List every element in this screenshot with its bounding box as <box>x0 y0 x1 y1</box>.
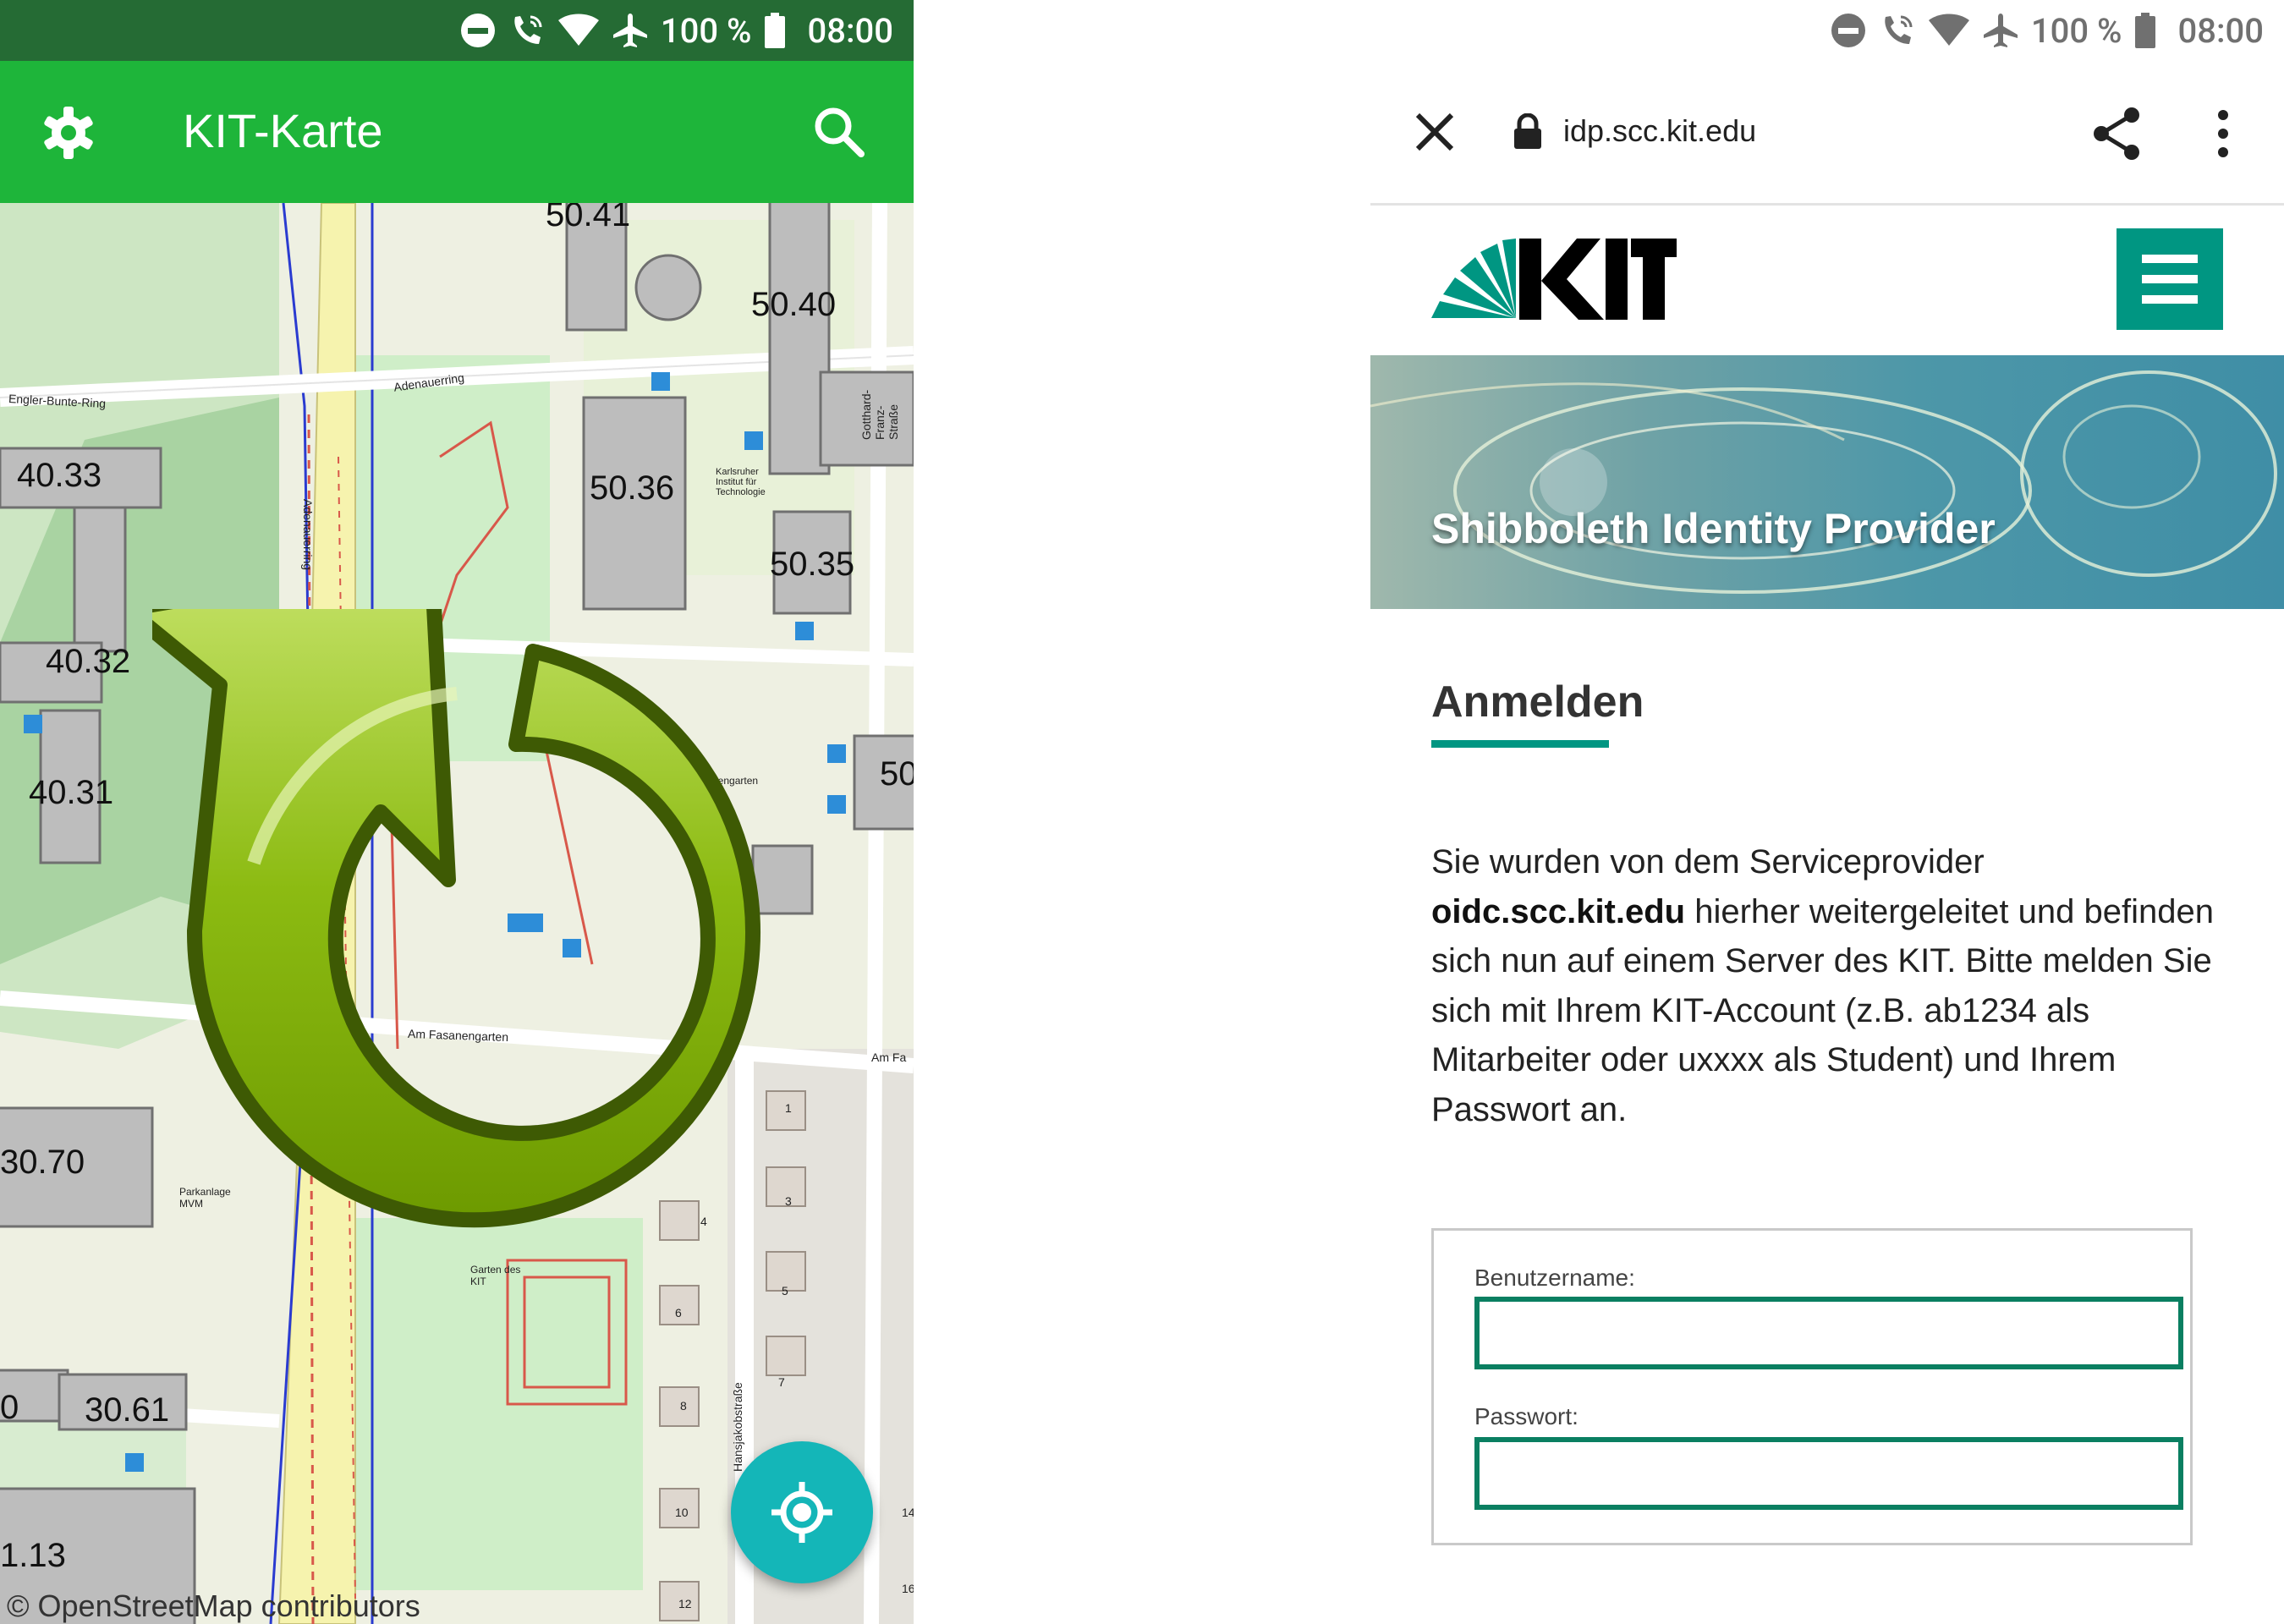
airplane-mode-icon <box>612 14 647 47</box>
wifi-calling-icon <box>514 15 542 44</box>
service-provider-name: oidc.scc.kit.edu <box>1431 892 1686 930</box>
browser-toolbar: idp.scc.kit.edu <box>1370 61 2284 206</box>
battery-icon <box>764 13 785 48</box>
kit-logo[interactable] <box>1431 233 1677 326</box>
building-label: 0 <box>0 1389 19 1426</box>
share-icon[interactable] <box>2091 107 2142 161</box>
street-label: Am Fa <box>871 1051 907 1064</box>
battery-percent: 100 % <box>660 10 752 51</box>
status-bar: 100 % 08:00 <box>0 0 914 61</box>
street-label: Gotthard-Franz-Straße <box>859 389 900 440</box>
url-bar[interactable]: idp.scc.kit.edu <box>1563 113 1756 149</box>
status-bar: 100 % 08:00 <box>1370 0 2284 61</box>
app-title: KIT-Karte <box>183 104 383 157</box>
settings-gear-icon[interactable] <box>41 105 96 161</box>
building-label: 50.40 <box>751 286 837 323</box>
street-label: Karlsruher Institut für Technologie <box>716 467 766 497</box>
username-field[interactable] <box>1474 1297 2183 1369</box>
building-label: 50.35 <box>770 546 855 583</box>
house-number: 7 <box>778 1375 785 1389</box>
house-number: 14 <box>902 1506 914 1519</box>
house-number: 10 <box>675 1506 689 1519</box>
house-number: 5 <box>782 1284 788 1298</box>
house-number: 8 <box>680 1399 687 1413</box>
app-bar: KIT-Karte <box>0 61 914 203</box>
clock: 08:00 <box>2177 10 2264 51</box>
house-number: 12 <box>678 1597 692 1610</box>
menu-button[interactable] <box>2117 228 2223 330</box>
building-label: 30.61 <box>85 1391 170 1429</box>
building-label: 40.32 <box>46 643 131 680</box>
building-label: 50 <box>880 755 914 793</box>
info-text-part: Sie wurden von dem Serviceprovider <box>1431 843 1985 881</box>
banner-background <box>1370 370 2277 594</box>
login-form: Benutzername: Passwort: <box>1431 1228 2193 1545</box>
lock-icon <box>1514 113 1541 149</box>
hamburger-bar <box>2142 255 2198 263</box>
house-number: 16 <box>902 1582 914 1595</box>
battery-icon <box>2134 13 2155 48</box>
airplane-mode-icon <box>1983 14 2018 47</box>
building-label: 40.31 <box>29 774 114 811</box>
street-label: Hansjakobstraße <box>731 1382 744 1472</box>
refresh-icon[interactable] <box>152 609 795 1269</box>
password-field[interactable] <box>1474 1437 2183 1510</box>
more-vert-icon[interactable] <box>2213 107 2233 161</box>
wifi-icon <box>557 14 599 46</box>
browser-screen: 100 % 08:00 idp.scc.kit.edu Shibboleth I… <box>1370 0 2284 1624</box>
battery-percent: 100 % <box>2030 10 2122 51</box>
hamburger-bar <box>2142 275 2198 283</box>
banner-title: Shibboleth Identity Provider <box>1431 505 1996 552</box>
page-title: Anmelden <box>1431 678 1644 727</box>
street-label: Adenauerring <box>301 499 315 571</box>
map-attribution: © OpenStreetMap contributors <box>7 1588 420 1623</box>
wifi-calling-icon <box>1885 15 1913 44</box>
close-icon[interactable] <box>1411 108 1458 156</box>
building-label: 30.70 <box>0 1144 85 1181</box>
house-number: 6 <box>675 1306 682 1320</box>
hamburger-bar <box>2142 295 2198 304</box>
clock: 08:00 <box>807 10 893 51</box>
my-location-button[interactable] <box>731 1441 873 1583</box>
info-paragraph: Sie wurden von dem Serviceprovider oidc.s… <box>1431 837 2243 1134</box>
do-not-disturb-icon <box>460 14 495 47</box>
building-label: 40.33 <box>17 457 102 494</box>
wifi-icon <box>1928 14 1969 46</box>
banner: Shibboleth Identity Provider <box>1370 355 2284 609</box>
do-not-disturb-icon <box>1831 14 1865 47</box>
building-label: 50.36 <box>590 469 675 507</box>
title-underline <box>1431 740 1609 748</box>
search-icon[interactable] <box>812 105 866 159</box>
password-label: Passwort: <box>1474 1403 1578 1429</box>
username-label: Benutzername: <box>1474 1265 1635 1291</box>
map-app-screen: 50.41 50.40 40.33 50.36 50.35 40.32 40.3… <box>0 0 914 1624</box>
my-location-icon <box>771 1482 832 1543</box>
building-label: 1.13 <box>0 1537 66 1574</box>
